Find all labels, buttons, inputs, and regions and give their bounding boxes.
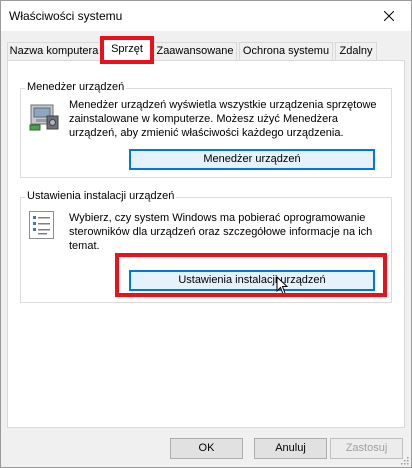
install-settings-description: Wybierz, czy system Windows ma pobierać …: [69, 212, 373, 252]
mouse-cursor-icon: [276, 275, 290, 299]
title-bar: Właściwości systemu: [1, 1, 411, 31]
system-properties-window: Właściwości systemu Nazwa komputera Sprz…: [0, 0, 412, 468]
install-settings-group-title: Ustawienia instalacji urządzeń: [25, 190, 177, 202]
cancel-button[interactable]: Anuluj: [254, 438, 327, 459]
install-settings-group: Ustawienia instalacji urządzeń Wybierz, …: [20, 190, 392, 303]
device-manager-button[interactable]: Menedżer urządzeń: [129, 149, 375, 170]
tab-panel-hardware: Menedżer urządzeń Menedżer urządzeń wyśw…: [7, 60, 405, 428]
device-install-settings-button[interactable]: Ustawienia instalacji urządzeń: [129, 270, 375, 291]
window-title: Właściwości systemu: [9, 9, 123, 23]
close-button[interactable]: [367, 1, 411, 31]
device-manager-group-title: Menedżer urządzeń: [25, 81, 127, 93]
apply-button[interactable]: Zastosuj: [330, 438, 403, 459]
tab-system-protection[interactable]: Ochrona systemu: [239, 42, 333, 60]
device-manager-description: Menedżer urządzeń wyświetla wszystkie ur…: [69, 99, 377, 139]
tab-advanced[interactable]: Zaawansowane: [153, 42, 237, 60]
device-manager-group: Menedżer urządzeń Menedżer urządzeń wyśw…: [20, 81, 392, 178]
tab-remote[interactable]: Zdalny: [335, 42, 377, 60]
ok-button[interactable]: OK: [170, 438, 243, 459]
tab-hardware[interactable]: Sprzęt: [103, 39, 151, 61]
resize-grip-icon[interactable]: [399, 455, 409, 465]
device-manager-icon: [28, 99, 60, 134]
tab-computer-name[interactable]: Nazwa komputera: [7, 42, 101, 60]
close-icon: [384, 11, 394, 21]
tab-strip: Nazwa komputera Sprzęt Zaawansowane Ochr…: [7, 39, 403, 61]
device-install-settings-icon: [28, 210, 56, 243]
